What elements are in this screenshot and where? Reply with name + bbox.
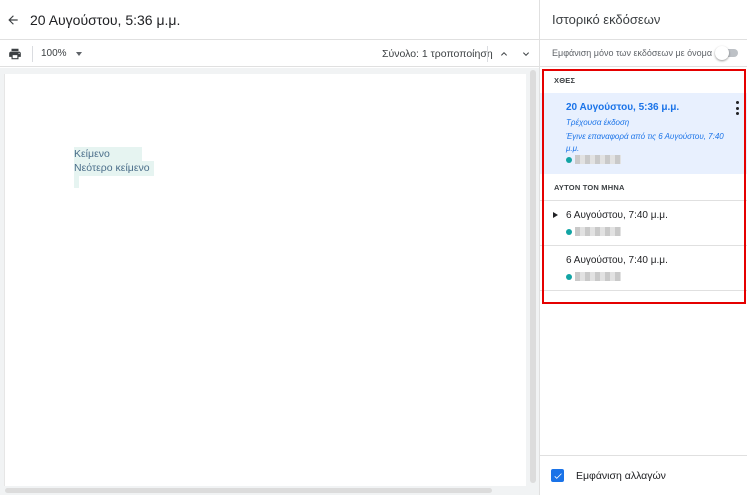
total-changes: Σύνολο: 1 τροποποίηση — [382, 48, 493, 60]
show-changes-checkbox[interactable] — [551, 469, 564, 482]
document-page: Κείμενο Νεότερο κείμενο — [4, 74, 526, 486]
toolbar-divider — [32, 45, 33, 62]
named-versions-toggle[interactable] — [715, 46, 739, 60]
print-button[interactable] — [7, 46, 23, 62]
version-title: 20 Αυγούστου, 5:36 μ.μ. — [30, 11, 181, 28]
version-history-panel: Ιστορικό εκδόσεων Εμφάνιση μόνο των εκδό… — [539, 0, 747, 495]
annotation-highlight-box — [542, 69, 746, 304]
chevron-down-icon — [523, 52, 529, 56]
chevron-up-icon — [501, 52, 507, 56]
document-text-line: Νεότερο κείμενο — [74, 161, 154, 176]
panel-footer: Εμφάνιση αλλαγών — [540, 455, 747, 495]
previous-change-button[interactable] — [496, 46, 512, 62]
zoom-value: 100% — [41, 48, 67, 59]
named-versions-label: Εμφάνιση μόνο των εκδόσεων με όνομα — [552, 48, 713, 58]
document-canvas: Κείμενο Νεότερο κείμενο — [0, 68, 539, 495]
document-text-line: Κείμενο — [74, 147, 142, 162]
horizontal-scrollbar-track — [0, 486, 539, 495]
caret-down-icon — [75, 51, 82, 56]
check-icon — [553, 472, 562, 479]
document-topbar: 20 Αυγούστου, 5:36 μ.μ. — [0, 0, 539, 40]
horizontal-scrollbar[interactable] — [5, 488, 492, 493]
arrow-left-icon — [8, 14, 18, 25]
toggle-knob — [715, 46, 729, 60]
version-toolbar: 100% Σύνολο: 1 τροποποίηση — [0, 41, 539, 67]
inserted-paragraph-mark — [74, 176, 79, 188]
next-change-button[interactable] — [518, 46, 534, 62]
panel-title: Ιστορικό εκδόσεων — [540, 0, 747, 40]
print-icon — [9, 48, 21, 59]
show-changes-label: Εμφάνιση αλλαγών — [576, 469, 666, 482]
back-button[interactable] — [2, 9, 24, 31]
named-versions-row: Εμφάνιση μόνο των εκδόσεων με όνομα — [540, 40, 747, 67]
vertical-scrollbar[interactable] — [530, 70, 536, 483]
zoom-dropdown[interactable]: 100% — [41, 48, 82, 59]
toolbar-divider — [487, 46, 488, 62]
